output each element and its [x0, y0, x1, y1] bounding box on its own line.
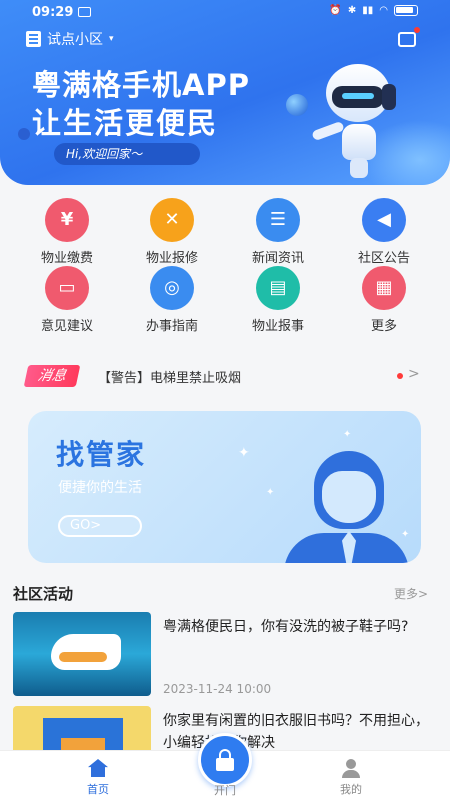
notice-tag: 消息 [23, 365, 81, 387]
robot-illustration [311, 64, 412, 182]
alarm-icon: ⏰ [329, 5, 342, 16]
menu-label: 社区公告 [357, 251, 410, 266]
header-banner: 09:29 ⏰ ✱ ▮▮ ◠ 试点小区 ▾ 粤满格手机APP 让生活更便民 Hi… [0, 0, 450, 185]
menu-item-feedback[interactable]: ▭ 意见建议 [12, 266, 122, 334]
caret-down-icon: ▾ [109, 34, 114, 44]
signal-icon: ▮▮ [362, 5, 374, 16]
sparkle-icon: ✦ [238, 445, 250, 461]
wifi-icon: ◠ [379, 5, 388, 16]
sparkle-icon: ✦ [266, 487, 275, 498]
menu-label: 物业报修 [145, 251, 198, 266]
menu-label: 办事指南 [145, 319, 198, 334]
menu-item-repair[interactable]: ✕ 物业报修 [117, 198, 227, 266]
bluetooth-icon: ✱ [347, 5, 357, 16]
more-link[interactable]: 更多> [394, 585, 428, 602]
welcome-pill: Hi,欢迎回家～ [54, 143, 200, 165]
status-time: 09:29 [32, 5, 74, 20]
butler-title: 找管家 [56, 438, 147, 471]
tab-label: 我的 [340, 783, 362, 796]
open-door-label: 开门 [214, 784, 236, 797]
building-icon [26, 31, 41, 47]
menu-item-report[interactable]: ▤ 物业报事 [223, 266, 333, 334]
wallet-icon: ¥ [45, 198, 89, 242]
menu-label: 更多 [370, 319, 397, 334]
home-icon [88, 759, 108, 777]
open-door-button[interactable] [198, 733, 252, 787]
printer-icon: ▤ [256, 266, 300, 310]
compass-icon: ◎ [150, 266, 194, 310]
message-icon[interactable] [398, 27, 420, 47]
battery-icon [394, 5, 418, 16]
status-bar: 09:29 ⏰ ✱ ▮▮ ◠ [0, 0, 450, 26]
status-indicators: ⏰ ✱ ▮▮ ◠ [329, 5, 418, 16]
comment-icon: ▭ [45, 266, 89, 310]
decor-dot [18, 128, 30, 140]
activity-item[interactable]: 粤满格便民日，你有没洗的被子鞋子吗? 2023-11-24 10:00 [13, 612, 438, 696]
menu-item-property-fee[interactable]: ¥ 物业缴费 [12, 198, 122, 266]
headline-slogan: 让生活更便民 [32, 106, 219, 140]
menu-label: 意见建议 [40, 319, 93, 334]
location-selector[interactable]: 试点小区 ▾ [26, 29, 114, 49]
location-label: 试点小区 [47, 32, 103, 48]
tab-mine[interactable]: 我的 [311, 759, 391, 797]
sparkle-icon: ✦ [343, 429, 352, 440]
menu-label: 物业缴费 [40, 251, 93, 266]
menu-item-more[interactable]: ▦ 更多 [329, 266, 439, 334]
section-title: 社区活动 [13, 585, 74, 603]
chevron-right-icon: > [408, 366, 420, 382]
unread-dot [397, 373, 403, 379]
headline-app-name: 粤满格手机APP [32, 68, 250, 102]
activity-title: 粤满格便民日，你有没洗的被子鞋子吗? [163, 619, 409, 635]
menu-item-announcement[interactable]: ◀ 社区公告 [329, 198, 439, 266]
menu-item-news[interactable]: ☰ 新闻资讯 [223, 198, 333, 266]
tab-label: 首页 [87, 783, 109, 796]
megaphone-icon: ◀ [362, 198, 406, 242]
menu-label: 物业报事 [251, 319, 304, 334]
menu-label: 新闻资讯 [251, 251, 304, 266]
butler-subtitle: 便捷你的生活 [58, 480, 142, 496]
notification-icon [78, 7, 91, 17]
activity-date: 2023-11-24 10:00 [163, 682, 272, 696]
lock-icon [216, 749, 234, 771]
user-icon [341, 759, 361, 778]
notice-bar[interactable]: 消息 【警告】电梯里禁止吸烟 > [23, 365, 426, 387]
butler-card[interactable]: 找管家 便捷你的生活 GO> ✦ ✦ ✦ ✦ [28, 411, 421, 563]
grid-icon: ▦ [362, 266, 406, 310]
butler-illustration [284, 451, 409, 563]
tools-icon: ✕ [150, 198, 194, 242]
notice-text: 【警告】电梯里禁止吸烟 [98, 371, 242, 386]
newspaper-icon: ☰ [256, 198, 300, 242]
activity-thumbnail [13, 612, 151, 696]
orb-decoration [286, 94, 308, 116]
menu-item-guide[interactable]: ◎ 办事指南 [117, 266, 227, 334]
tab-home[interactable]: 首页 [58, 759, 138, 797]
go-button[interactable]: GO> [58, 515, 142, 537]
